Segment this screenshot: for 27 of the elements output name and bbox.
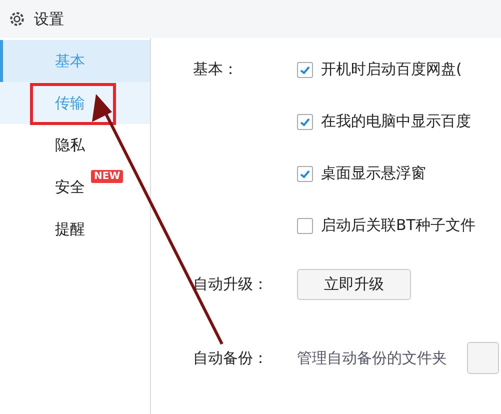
section-label: 基本： bbox=[193, 60, 239, 79]
checkbox[interactable] bbox=[297, 62, 313, 78]
checkbox[interactable] bbox=[297, 218, 313, 234]
sidebar-item[interactable]: 隐私 bbox=[0, 124, 150, 166]
settings-icon bbox=[8, 10, 26, 28]
sidebar-label: 安全 bbox=[55, 178, 85, 196]
section-label: 自动备份： bbox=[193, 348, 269, 368]
sidebar-label: 传输 bbox=[55, 94, 85, 112]
checkbox[interactable] bbox=[297, 166, 313, 182]
checkbox-label: 启动后关联BT种子文件 bbox=[321, 216, 476, 235]
new-badge: NEW bbox=[91, 170, 124, 183]
check-icon bbox=[299, 168, 311, 180]
sidebar-label: 基本 bbox=[55, 52, 85, 70]
checkbox-label: 在我的电脑中显示百度 bbox=[321, 112, 471, 131]
backup-description: 管理自动备份的文件夹 bbox=[297, 348, 447, 368]
window-title: 设置 bbox=[34, 10, 64, 28]
sidebar-item[interactable]: 安全 NEW bbox=[0, 166, 150, 208]
checkbox-label: 桌面显示悬浮窗 bbox=[321, 164, 426, 183]
checkbox[interactable] bbox=[297, 114, 313, 130]
check-icon bbox=[299, 64, 311, 76]
section-label: 自动升级： bbox=[193, 275, 269, 294]
sidebar-label: 隐私 bbox=[55, 136, 85, 154]
sidebar-label: 提醒 bbox=[55, 220, 85, 238]
check-icon bbox=[299, 116, 311, 128]
upgrade-button[interactable]: 立即升级 bbox=[297, 269, 411, 300]
checkbox-label: 开机时启动百度网盘( bbox=[321, 60, 462, 79]
sidebar-item[interactable]: 提醒 bbox=[0, 208, 150, 250]
